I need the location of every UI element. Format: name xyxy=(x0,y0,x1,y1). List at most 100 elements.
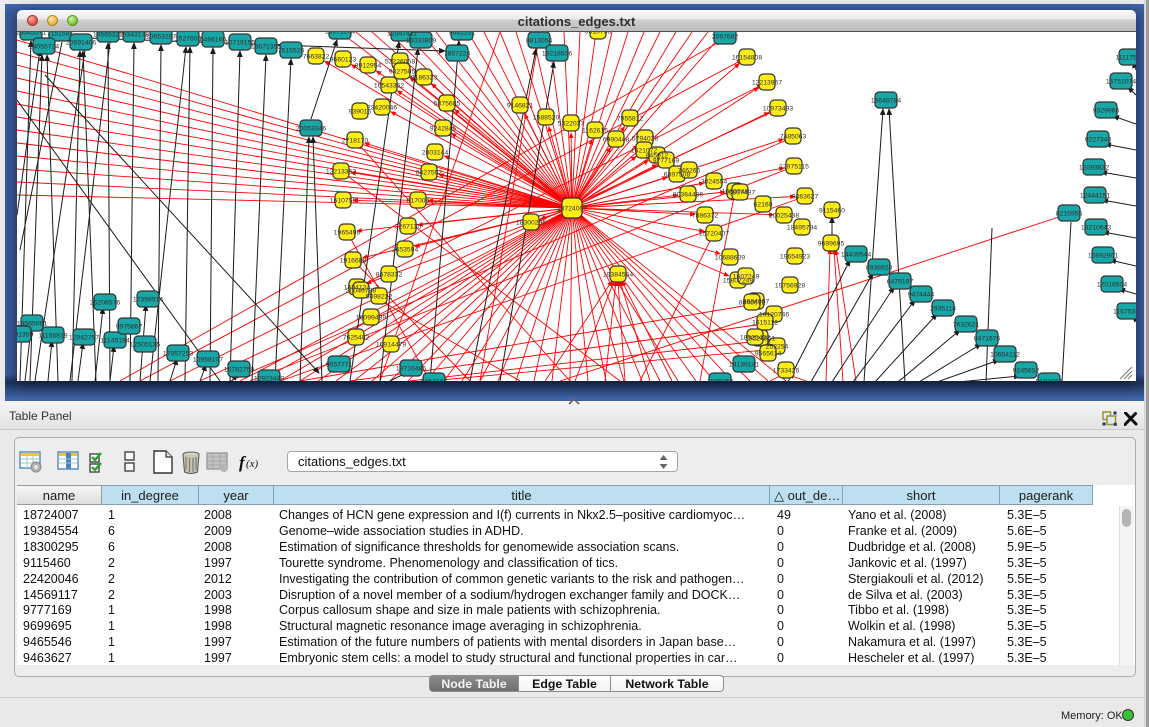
svg-text:17359914: 17359914 xyxy=(133,297,163,304)
svg-text:6466160: 6466160 xyxy=(200,37,227,44)
svg-text:9660123: 9660123 xyxy=(330,57,357,64)
svg-text:2935114: 2935114 xyxy=(930,306,956,313)
svg-text:6794028: 6794028 xyxy=(632,136,659,143)
svg-text:9245652: 9245652 xyxy=(1013,368,1040,375)
svg-text:9391359: 9391359 xyxy=(17,332,33,339)
svg-text:3024554: 3024554 xyxy=(701,179,728,186)
svg-text:18495794: 18495794 xyxy=(787,225,817,232)
svg-text:1733426: 1733426 xyxy=(773,368,800,375)
svg-text:9227343: 9227343 xyxy=(1085,137,1112,144)
svg-text:2087682: 2087682 xyxy=(712,34,739,41)
svg-text:20364486: 20364486 xyxy=(673,192,703,199)
svg-text:6990448: 6990448 xyxy=(603,137,630,144)
svg-text:9183966: 9183966 xyxy=(1036,379,1063,382)
svg-text:746266: 746266 xyxy=(678,168,701,175)
svg-text:19218506: 19218506 xyxy=(542,51,572,58)
svg-text:9657771: 9657771 xyxy=(326,362,353,369)
svg-text:16210643: 16210643 xyxy=(1081,225,1111,232)
svg-text:26206576: 26206576 xyxy=(90,300,120,307)
svg-text:20053346: 20053346 xyxy=(296,126,326,133)
svg-text:7663822: 7663822 xyxy=(303,54,330,61)
svg-text:8840672: 8840672 xyxy=(739,300,766,307)
svg-text:817004: 817004 xyxy=(407,198,430,205)
svg-text:2803144: 2803144 xyxy=(422,150,449,157)
svg-text:1588520: 1588520 xyxy=(533,115,560,122)
svg-text:9115460: 9115460 xyxy=(819,208,845,215)
svg-text:9777169: 9777169 xyxy=(653,158,680,165)
svg-text:19384554: 19384554 xyxy=(603,272,633,279)
svg-text:8678332: 8678332 xyxy=(376,272,403,279)
svg-text:12923448: 12923448 xyxy=(254,376,284,382)
svg-text:6479197: 6479197 xyxy=(887,279,914,286)
svg-text:16154808: 16154808 xyxy=(732,55,762,62)
svg-text:8427552: 8427552 xyxy=(416,170,443,177)
svg-text:12942757: 12942757 xyxy=(69,335,99,342)
svg-text:18724007: 18724007 xyxy=(557,206,587,213)
svg-text:12975115: 12975115 xyxy=(779,164,809,171)
svg-text:16543362: 16543362 xyxy=(374,83,404,90)
svg-text:23420046: 23420046 xyxy=(367,105,397,112)
svg-text:1527602: 1527602 xyxy=(175,36,202,43)
svg-text:11145194: 11145194 xyxy=(100,338,129,345)
svg-text:7151587: 7151587 xyxy=(47,32,74,38)
svg-text:10973493: 10973493 xyxy=(763,106,793,113)
svg-text:18565061: 18565061 xyxy=(17,321,47,328)
svg-text:19343178: 19343178 xyxy=(119,32,149,39)
svg-text:62160: 62160 xyxy=(754,202,773,209)
svg-text:14409544: 14409544 xyxy=(841,252,871,259)
svg-text:20691406: 20691406 xyxy=(66,40,96,47)
svg-text:19716485: 19716485 xyxy=(396,366,426,373)
svg-text:16033809: 16033809 xyxy=(406,38,436,45)
svg-text:16648784: 16648784 xyxy=(871,98,901,105)
svg-text:10025438: 10025438 xyxy=(769,213,799,220)
svg-text:9474444: 9474444 xyxy=(908,292,935,299)
svg-text:5322037: 5322037 xyxy=(558,121,585,128)
svg-text:16099489: 16099489 xyxy=(356,315,386,322)
svg-text:12093832: 12093832 xyxy=(1079,165,1109,172)
svg-text:7886372: 7886372 xyxy=(692,213,719,220)
svg-text:14136141: 14136141 xyxy=(729,362,759,369)
svg-text:5498222: 5498222 xyxy=(366,294,393,301)
svg-text:1916688: 1916688 xyxy=(340,258,367,265)
svg-text:17957253: 17957253 xyxy=(163,351,193,358)
svg-text:7625402: 7625402 xyxy=(343,335,370,342)
svg-text:19756928: 19756928 xyxy=(775,283,805,290)
svg-text:1965498: 1965498 xyxy=(334,230,361,237)
svg-text:2718170: 2718170 xyxy=(342,138,369,145)
svg-text:15720407: 15720407 xyxy=(699,231,729,238)
svg-text:7485063: 7485063 xyxy=(780,134,807,141)
svg-text:16782759: 16782759 xyxy=(224,367,254,374)
svg-text:3267130: 3267130 xyxy=(395,224,422,231)
svg-text:9565614: 9565614 xyxy=(755,351,782,358)
svg-text:12213363: 12213363 xyxy=(326,169,356,176)
svg-text:8938928: 8938928 xyxy=(866,265,893,272)
svg-text:16120746: 16120746 xyxy=(759,312,789,319)
svg-text:18971254: 18971254 xyxy=(325,32,355,36)
svg-text:10958107: 10958107 xyxy=(193,357,223,364)
svg-text:1607249: 1607249 xyxy=(733,274,760,281)
svg-text:53226058: 53226058 xyxy=(385,59,415,66)
svg-text:8215955: 8215955 xyxy=(1056,211,1083,218)
svg-text:8186323: 8186323 xyxy=(411,75,438,82)
svg-text:9641251: 9641251 xyxy=(449,32,476,37)
svg-text:12444151: 12444151 xyxy=(1080,193,1110,200)
svg-text:9462186: 9462186 xyxy=(421,379,448,382)
svg-text:14055724: 14055724 xyxy=(29,44,59,51)
svg-text:19654923: 19654923 xyxy=(780,254,810,261)
svg-text:11156819: 11156819 xyxy=(38,333,67,340)
svg-text:16914479: 16914479 xyxy=(376,342,406,349)
svg-text:7632621: 7632621 xyxy=(953,322,980,329)
svg-text:8610753: 8610753 xyxy=(585,32,612,36)
svg-text:1615112: 1615112 xyxy=(752,320,778,327)
svg-text:18525402: 18525402 xyxy=(740,335,770,342)
svg-text:9975867: 9975867 xyxy=(116,324,143,331)
svg-text:18300295: 18300295 xyxy=(516,220,546,227)
svg-text:9463627: 9463627 xyxy=(792,194,819,201)
svg-text:7955812: 7955812 xyxy=(617,116,644,123)
svg-text:16671355: 16671355 xyxy=(251,44,281,51)
svg-text:10653287: 10653287 xyxy=(146,34,176,41)
svg-text:1610756: 1610756 xyxy=(330,198,357,205)
svg-text:8813054: 8813054 xyxy=(526,38,553,45)
svg-text:9329966: 9329966 xyxy=(1093,108,1120,115)
svg-text:7857224: 7857224 xyxy=(444,51,471,58)
